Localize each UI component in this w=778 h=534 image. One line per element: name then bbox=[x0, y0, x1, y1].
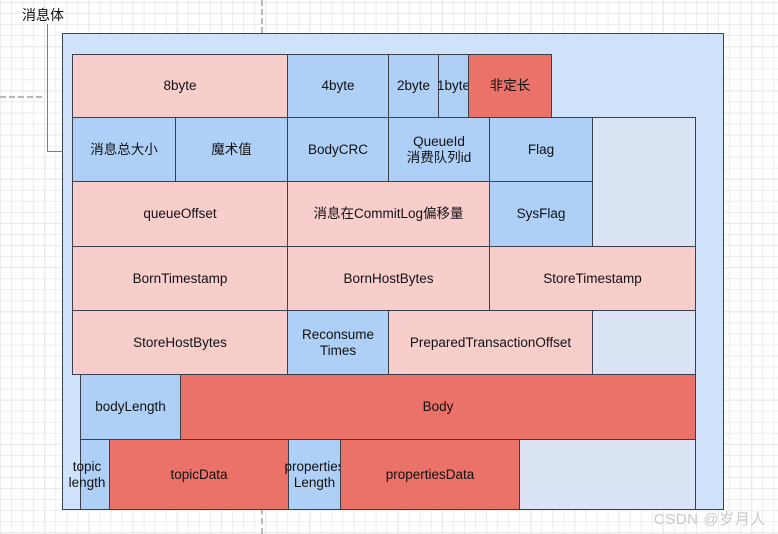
cell-label: 消息在CommitLog偏移量 bbox=[313, 206, 464, 222]
cell-field-queueoffset[interactable]: queueOffset bbox=[72, 181, 288, 247]
cell-size-8byte[interactable]: 8byte bbox=[72, 54, 288, 118]
cell-label: Flag bbox=[527, 141, 555, 157]
cell-label: QueueId 消费队列id bbox=[406, 133, 472, 165]
guide-line-horizontal-1 bbox=[0, 96, 42, 98]
cell-field-flag[interactable]: Flag bbox=[489, 117, 593, 182]
cell-label: Reconsume Times bbox=[301, 326, 375, 358]
cell-label: 8byte bbox=[163, 78, 197, 94]
cell-field-total-size[interactable]: 消息总大小 bbox=[72, 117, 176, 182]
annotation-arrow-shaft-vertical bbox=[47, 24, 48, 152]
cell-filler-right-middle[interactable] bbox=[592, 310, 696, 375]
annotation-label-message-body: 消息体 bbox=[22, 7, 64, 23]
cell-field-magic-code[interactable]: 魔术值 bbox=[175, 117, 288, 182]
diagram-canvas: 消息体 8byte 4byte 2byte 1byte 非定长 消息总大小 魔术… bbox=[0, 0, 778, 534]
message-field-grid: 8byte 4byte 2byte 1byte 非定长 消息总大小 魔术值 Bo… bbox=[69, 54, 707, 510]
cell-size-variable-length[interactable]: 非定长 bbox=[468, 54, 552, 118]
cell-label: SysFlag bbox=[516, 206, 566, 222]
cell-label: BornTimestamp bbox=[132, 270, 228, 286]
cell-label: topicData bbox=[170, 466, 228, 482]
cell-size-1byte[interactable]: 1byte bbox=[436, 54, 471, 118]
cell-field-reconsumetimes[interactable]: Reconsume Times bbox=[287, 310, 389, 375]
cell-label: 非定长 bbox=[489, 78, 531, 94]
cell-field-bodycrc[interactable]: BodyCRC bbox=[287, 117, 389, 182]
cell-filler-right-upper[interactable] bbox=[592, 117, 696, 247]
cell-field-storetimestamp[interactable]: StoreTimestamp bbox=[489, 246, 696, 311]
cell-label: 1byte bbox=[436, 78, 471, 94]
cell-field-bodylength[interactable]: bodyLength bbox=[80, 374, 181, 440]
cell-label: 4byte bbox=[321, 78, 355, 94]
cell-field-queueid[interactable]: QueueId 消费队列id bbox=[388, 117, 490, 182]
cell-field-preparedtransactionoffset[interactable]: PreparedTransactionOffset bbox=[388, 310, 593, 375]
cell-label: BornHostBytes bbox=[343, 270, 434, 286]
cell-label: properties Length bbox=[284, 458, 345, 490]
watermark: CSDN @岁月人 bbox=[653, 511, 766, 528]
cell-size-2byte[interactable]: 2byte bbox=[388, 54, 439, 118]
cell-label: Body bbox=[422, 399, 454, 415]
cell-field-bornhostbytes[interactable]: BornHostBytes bbox=[287, 246, 490, 311]
cell-field-body[interactable]: Body bbox=[180, 374, 696, 440]
cell-field-sysflag[interactable]: SysFlag bbox=[489, 181, 593, 247]
cell-filler-right-lower[interactable] bbox=[519, 439, 696, 510]
cell-label: bodyLength bbox=[95, 399, 166, 415]
cell-label: StoreTimestamp bbox=[543, 270, 642, 286]
cell-field-storehostbytes[interactable]: StoreHostBytes bbox=[72, 310, 288, 375]
cell-size-4byte[interactable]: 4byte bbox=[287, 54, 389, 118]
cell-field-commitlog-offset[interactable]: 消息在CommitLog偏移量 bbox=[287, 181, 490, 247]
cell-label: 魔术值 bbox=[211, 141, 252, 157]
cell-label: BodyCRC bbox=[307, 141, 369, 157]
cell-label: propertiesData bbox=[385, 466, 475, 482]
cell-label: StoreHostBytes bbox=[133, 334, 227, 350]
cell-label: queueOffset bbox=[143, 206, 217, 222]
cell-field-topic-length[interactable]: topic length bbox=[69, 439, 110, 510]
cell-label: PreparedTransactionOffset bbox=[409, 334, 572, 350]
cell-label: 2byte bbox=[396, 78, 431, 94]
cell-field-propertiesdata[interactable]: propertiesData bbox=[340, 439, 520, 510]
cell-field-topicdata[interactable]: topicData bbox=[109, 439, 289, 510]
cell-field-properties-length[interactable]: properties Length bbox=[284, 439, 345, 510]
cell-label: topic length bbox=[68, 458, 106, 490]
cell-field-borntimestamp[interactable]: BornTimestamp bbox=[72, 246, 288, 311]
cell-label: 消息总大小 bbox=[90, 141, 158, 157]
